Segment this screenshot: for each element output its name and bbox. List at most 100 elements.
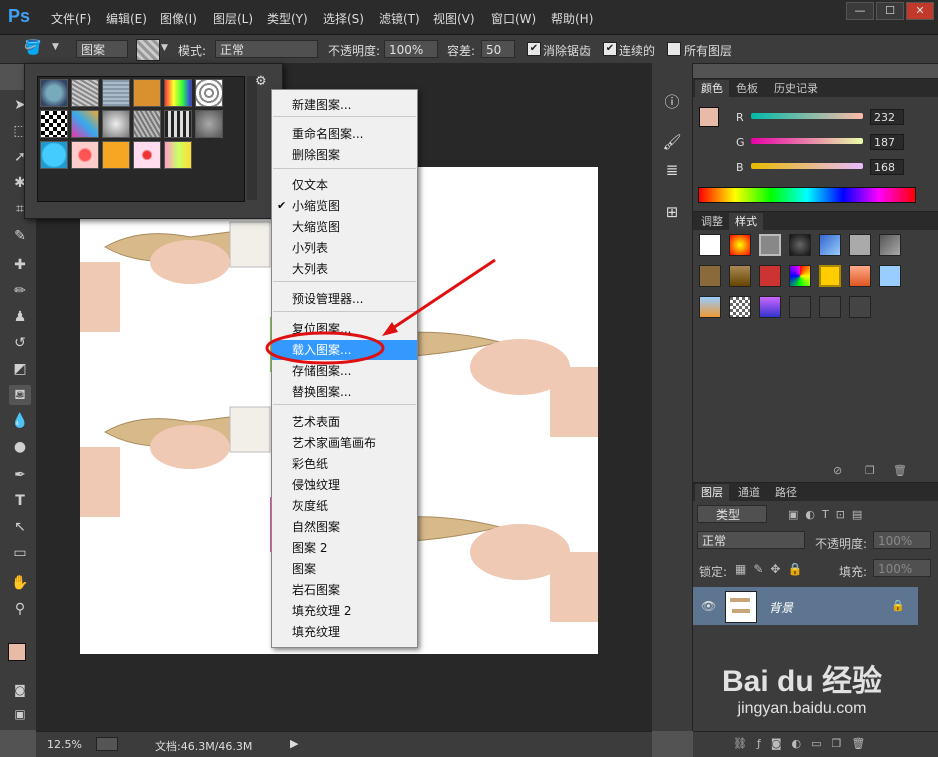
pattern-swatch-13[interactable] [40,141,68,169]
properties-icon[interactable]: ⊞ [661,201,683,223]
foreground-swatch[interactable] [699,107,719,127]
hand-tool-icon[interactable]: ✋ [9,573,31,593]
dodge-tool-icon[interactable]: ● [9,437,31,457]
menu-view[interactable]: 视图(V) [433,10,475,27]
tab-layers[interactable]: 图层 [695,484,729,501]
layer-opacity-input[interactable]: 100% [873,531,931,549]
menu-select[interactable]: 选择(S) [323,10,364,27]
mode-select[interactable]: 正常 [215,40,318,58]
style-none[interactable] [699,234,721,256]
pattern-swatch-6[interactable] [195,79,223,107]
style-20[interactable] [849,296,871,318]
contiguous-checkbox[interactable]: ✔ [603,42,617,56]
style-17[interactable] [759,296,781,318]
menu-item[interactable]: 自然图案 [272,517,417,537]
pattern-swatch-5[interactable] [164,79,192,107]
eraser-tool-icon[interactable]: ◩ [9,359,31,379]
menu-item[interactable]: 仅文本 [272,175,417,195]
r-slider[interactable] [751,113,863,119]
history-brush-tool-icon[interactable]: ↺ [9,333,31,353]
chevron-down-icon[interactable]: ▼ [52,42,59,52]
menu-item[interactable]: 大缩览图 [272,217,417,237]
pattern-swatch-14[interactable] [71,141,99,169]
type-tool-icon[interactable]: T [9,491,31,511]
healing-tool-icon[interactable]: ✚ [9,255,31,275]
style-19[interactable] [819,296,841,318]
rectangle-tool-icon[interactable]: ▭ [9,543,31,563]
color-spectrum[interactable] [698,187,916,203]
eye-icon[interactable]: 👁 [701,599,716,613]
eyedropper-tool-icon[interactable]: ✎ [9,226,31,246]
style-15[interactable] [699,296,721,318]
pattern-picker-arrow-icon[interactable]: ▼ [161,43,168,53]
menu-file[interactable]: 文件(F) [51,10,91,27]
pattern-swatch-2[interactable] [71,79,99,107]
brush-tool-icon[interactable]: ✏ [9,281,31,301]
opacity-input[interactable]: 100% [384,40,438,58]
menu-layer[interactable]: 图层(L) [213,10,253,27]
fill-input[interactable]: 100% [873,559,931,577]
blur-tool-icon[interactable]: 💧 [9,411,31,431]
style-13[interactable] [849,265,871,287]
menu-edit[interactable]: 编辑(E) [106,10,147,27]
style-18[interactable] [789,296,811,318]
screen-mode-icon[interactable]: ▣ [9,704,31,724]
layer-filter-icons[interactable]: ▣◐T⊡▤ [788,508,869,521]
style-10[interactable] [759,265,781,287]
blend-mode-select[interactable]: 正常 [697,531,805,549]
style-6[interactable] [849,234,871,256]
tab-channels[interactable]: 通道 [731,484,767,501]
g-value[interactable]: 187 [870,134,904,150]
new-style-icon[interactable]: ❐ [865,464,875,477]
minimize-button[interactable]: — [846,2,874,20]
menu-help[interactable]: 帮助(H) [551,10,593,27]
layers-footer-icons[interactable]: ⛓ƒ◙◐▭❐🗑 [733,737,875,750]
brush-presets-icon[interactable]: 🖌 [661,131,683,153]
r-value[interactable]: 232 [870,109,904,125]
tab-history[interactable]: 历史记录 [767,80,825,97]
stamp-tool-icon[interactable]: ♟ [9,307,31,327]
pattern-scrollbar[interactable] [247,76,257,200]
style-16[interactable] [729,296,751,318]
pattern-swatch-4[interactable] [133,79,161,107]
pattern-swatch[interactable] [136,39,160,61]
b-value[interactable]: 168 [870,159,904,175]
all-layers-checkbox[interactable] [667,42,681,56]
style-2[interactable] [729,234,751,256]
menu-item[interactable]: 删除图案 [272,145,417,165]
pattern-swatch-15[interactable] [102,141,130,169]
layer-name[interactable]: 背景 [769,599,793,616]
antialias-checkbox[interactable]: ✔ [527,42,541,56]
maximize-button[interactable]: ☐ [876,2,904,20]
pattern-swatch-1[interactable] [40,79,68,107]
menu-item[interactable]: ✔ 小缩览图 [272,196,417,216]
pattern-swatch-17[interactable] [164,141,192,169]
layer-filter-select[interactable]: 类型 [697,505,767,523]
g-slider[interactable] [751,138,863,144]
menu-item[interactable]: 图案 2 [272,538,417,558]
tab-swatches[interactable]: 色板 [729,80,765,97]
pattern-swatch-11[interactable] [164,110,192,138]
close-button[interactable]: ✕ [906,2,934,20]
menu-item[interactable]: 新建图案... [272,95,417,115]
pen-tool-icon[interactable]: ✒ [9,465,31,485]
style-3[interactable] [759,234,781,256]
tab-paths[interactable]: 路径 [769,484,803,501]
tolerance-input[interactable]: 50 [481,40,515,58]
style-12[interactable] [819,265,841,287]
style-4[interactable] [789,234,811,256]
delete-style-icon[interactable]: 🗑 [893,464,907,477]
style-7[interactable] [879,234,901,256]
layer-row-background[interactable]: 👁 背景 🔒 [693,587,918,625]
path-select-tool-icon[interactable]: ↖ [9,517,31,537]
menu-item[interactable]: 岩石图案 [272,580,417,600]
pattern-swatch-8[interactable] [71,110,99,138]
b-slider[interactable] [751,163,863,169]
menu-item[interactable]: 侵蚀纹理 [272,475,417,495]
pattern-swatch-12[interactable] [195,110,223,138]
style-8[interactable] [699,265,721,287]
status-menu-arrow-icon[interactable]: ▶ [290,737,298,750]
menu-filter[interactable]: 滤镜(T) [379,10,420,27]
menu-item[interactable]: 艺术家画笔画布 [272,433,417,453]
menu-item[interactable]: 重命名图案... [272,124,417,144]
